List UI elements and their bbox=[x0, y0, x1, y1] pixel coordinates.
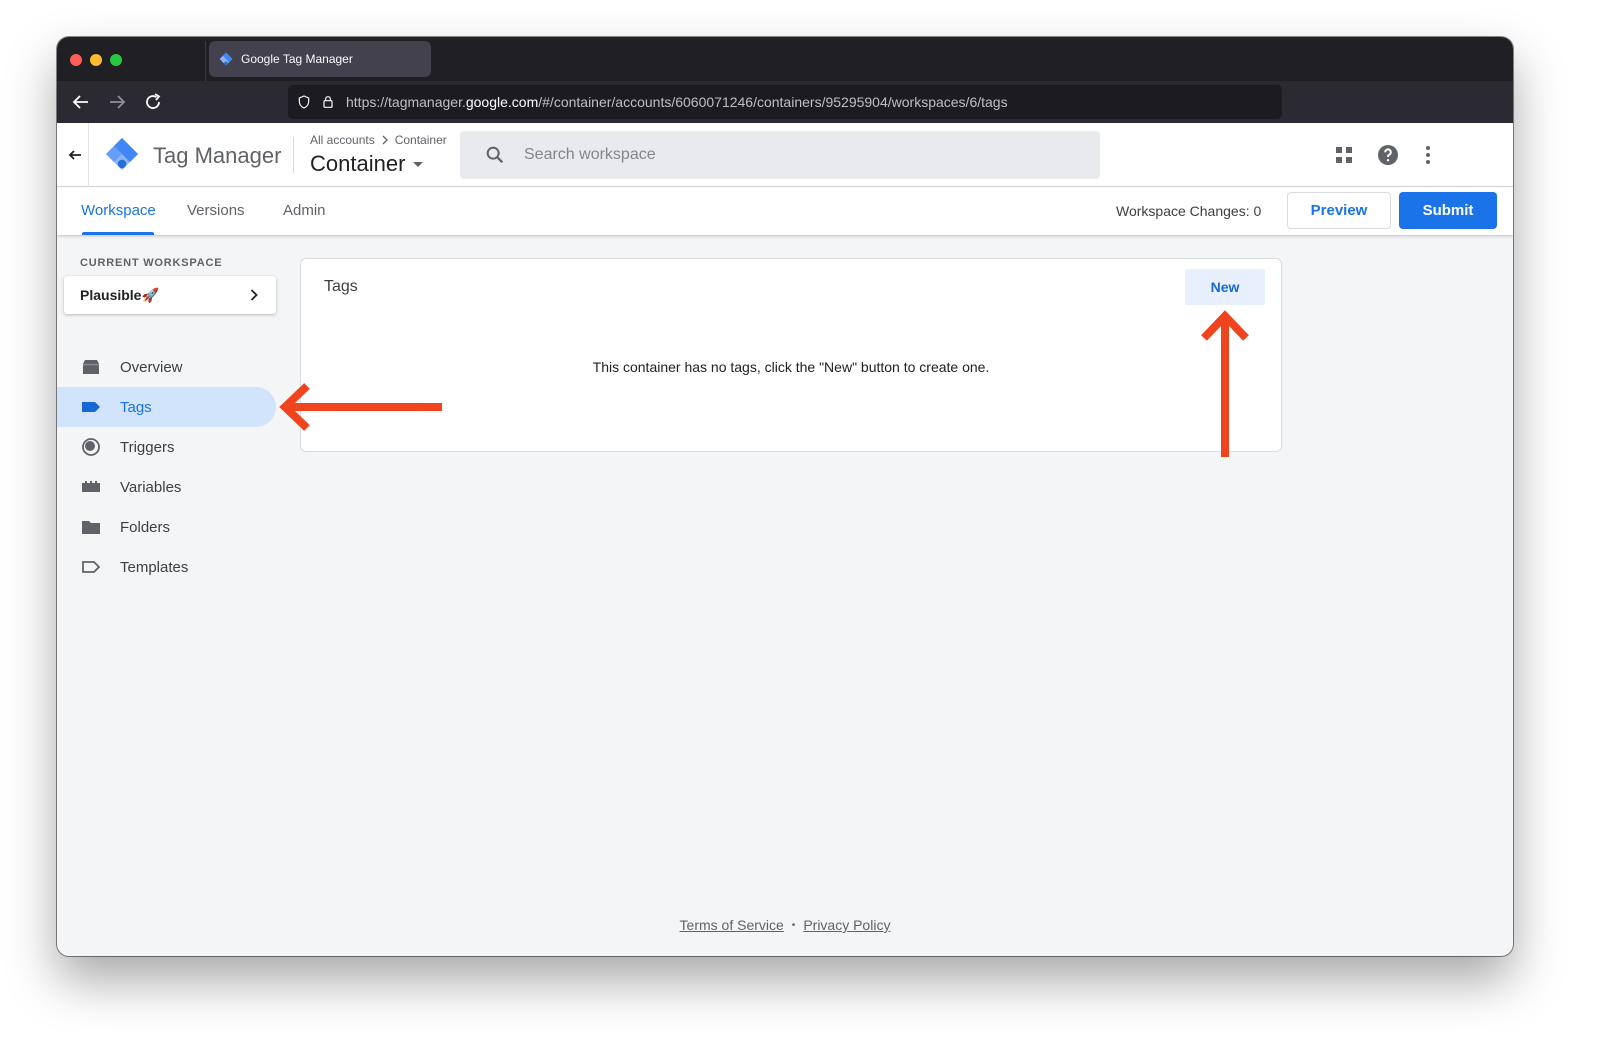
annotation-arrow-left-icon bbox=[279, 383, 442, 431]
close-window-button[interactable] bbox=[70, 54, 82, 66]
footer: Terms of Service • Privacy Policy bbox=[57, 917, 1513, 933]
container-name: Container bbox=[310, 151, 406, 176]
sidebar-item-triggers[interactable]: Triggers bbox=[57, 427, 276, 467]
back-arrow-icon[interactable] bbox=[63, 143, 87, 167]
search-icon bbox=[486, 146, 504, 164]
address-bar[interactable]: https://tagmanager.google.com/#/containe… bbox=[288, 85, 1282, 119]
browser-tab-title: Google Tag Manager bbox=[241, 52, 353, 66]
sidebar-item-label: Triggers bbox=[120, 438, 175, 456]
url-prefix: https://tagmanager. bbox=[346, 94, 466, 110]
variables-icon bbox=[82, 481, 100, 492]
more-vert-icon[interactable] bbox=[1416, 143, 1440, 167]
apps-grid-icon[interactable] bbox=[1332, 143, 1356, 167]
zoom-window-button[interactable] bbox=[110, 54, 122, 66]
breadcrumb-all-accounts[interactable]: All accounts bbox=[310, 133, 375, 147]
tag-manager-logo-icon[interactable] bbox=[105, 137, 139, 171]
breadcrumb: All accounts Container bbox=[310, 133, 447, 147]
preview-button[interactable]: Preview bbox=[1287, 192, 1391, 229]
product-name: Tag Manager bbox=[153, 143, 282, 168]
sidebar-item-label: Templates bbox=[120, 558, 189, 576]
workspace-name: Plausible🚀 bbox=[80, 286, 159, 303]
tab-admin[interactable]: Admin bbox=[283, 202, 326, 219]
container-selector[interactable]: Container bbox=[310, 151, 424, 177]
footer-separator: • bbox=[791, 919, 796, 931]
dropdown-caret-icon bbox=[413, 161, 424, 167]
tags-card: Tags New This container has no tags, cli… bbox=[300, 258, 1282, 452]
browser-tab[interactable]: Google Tag Manager bbox=[209, 41, 431, 77]
breadcrumb-chevron-icon bbox=[382, 135, 388, 145]
gtm-favicon-icon bbox=[219, 52, 233, 66]
search-bar[interactable] bbox=[460, 131, 1100, 179]
new-tag-button[interactable]: New bbox=[1185, 269, 1265, 305]
privacy-policy-link[interactable]: Privacy Policy bbox=[803, 917, 890, 933]
current-workspace-label: CURRENT WORKSPACE bbox=[80, 257, 223, 269]
submit-button[interactable]: Submit bbox=[1399, 192, 1497, 229]
tag-icon bbox=[82, 402, 100, 412]
help-icon[interactable] bbox=[1376, 143, 1400, 167]
tab-separator bbox=[205, 41, 206, 81]
shield-icon[interactable] bbox=[296, 94, 312, 110]
tab-versions[interactable]: Versions bbox=[187, 202, 245, 219]
sidebar-item-label: Folders bbox=[120, 518, 171, 536]
browser-tab-bar: Google Tag Manager bbox=[57, 37, 1513, 81]
sidebar-item-variables[interactable]: Variables bbox=[57, 467, 276, 507]
template-icon bbox=[82, 561, 101, 573]
overview-icon bbox=[83, 360, 99, 374]
empty-state-message: This container has no tags, click the "N… bbox=[592, 359, 990, 375]
terms-of-service-link[interactable]: Terms of Service bbox=[680, 917, 784, 933]
annotation-arrow-up-icon bbox=[1201, 310, 1249, 457]
sidebar-item-overview[interactable]: Overview bbox=[57, 347, 276, 387]
breadcrumb-container[interactable]: Container bbox=[395, 133, 447, 147]
folder-icon bbox=[82, 521, 100, 534]
browser-window: Google Tag Manager https://tagmanager.go… bbox=[57, 37, 1513, 956]
search-input[interactable] bbox=[524, 146, 1084, 164]
url-host: google.com bbox=[465, 94, 539, 110]
lock-icon[interactable] bbox=[320, 94, 336, 110]
sidebar-item-templates[interactable]: Templates bbox=[57, 547, 276, 587]
tab-workspace[interactable]: Workspace bbox=[81, 202, 156, 219]
browser-back-icon[interactable] bbox=[69, 90, 93, 114]
workspace-subnav: Workspace Versions Admin Workspace Chang… bbox=[57, 187, 1513, 235]
minimize-window-button[interactable] bbox=[90, 54, 102, 66]
trigger-icon bbox=[82, 438, 100, 456]
workspace-changes-count: Workspace Changes: 0 bbox=[1116, 203, 1262, 219]
header-divider bbox=[88, 123, 89, 187]
browser-forward-icon[interactable] bbox=[105, 90, 129, 114]
active-tab-indicator bbox=[82, 232, 154, 235]
sidebar-item-label: Overview bbox=[120, 358, 183, 376]
browser-reload-icon[interactable] bbox=[141, 90, 165, 114]
chevron-right-icon bbox=[250, 289, 258, 301]
browser-nav-bar: https://tagmanager.google.com/#/containe… bbox=[57, 81, 1513, 123]
url-path: /#/container/accounts/6060071246/contain… bbox=[538, 94, 1008, 110]
sidebar-item-label: Tags bbox=[120, 398, 152, 416]
sidebar-item-tags[interactable]: Tags bbox=[57, 387, 276, 427]
url-text: https://tagmanager.google.com/#/containe… bbox=[346, 94, 1008, 110]
header-divider bbox=[293, 137, 294, 173]
sidebar-item-folders[interactable]: Folders bbox=[57, 507, 276, 547]
workspace-selector[interactable]: Plausible🚀 bbox=[64, 276, 276, 314]
sidebar-item-label: Variables bbox=[120, 478, 182, 496]
app-header: Tag Manager All accounts Container Conta… bbox=[57, 123, 1513, 187]
card-title: Tags bbox=[324, 278, 358, 295]
